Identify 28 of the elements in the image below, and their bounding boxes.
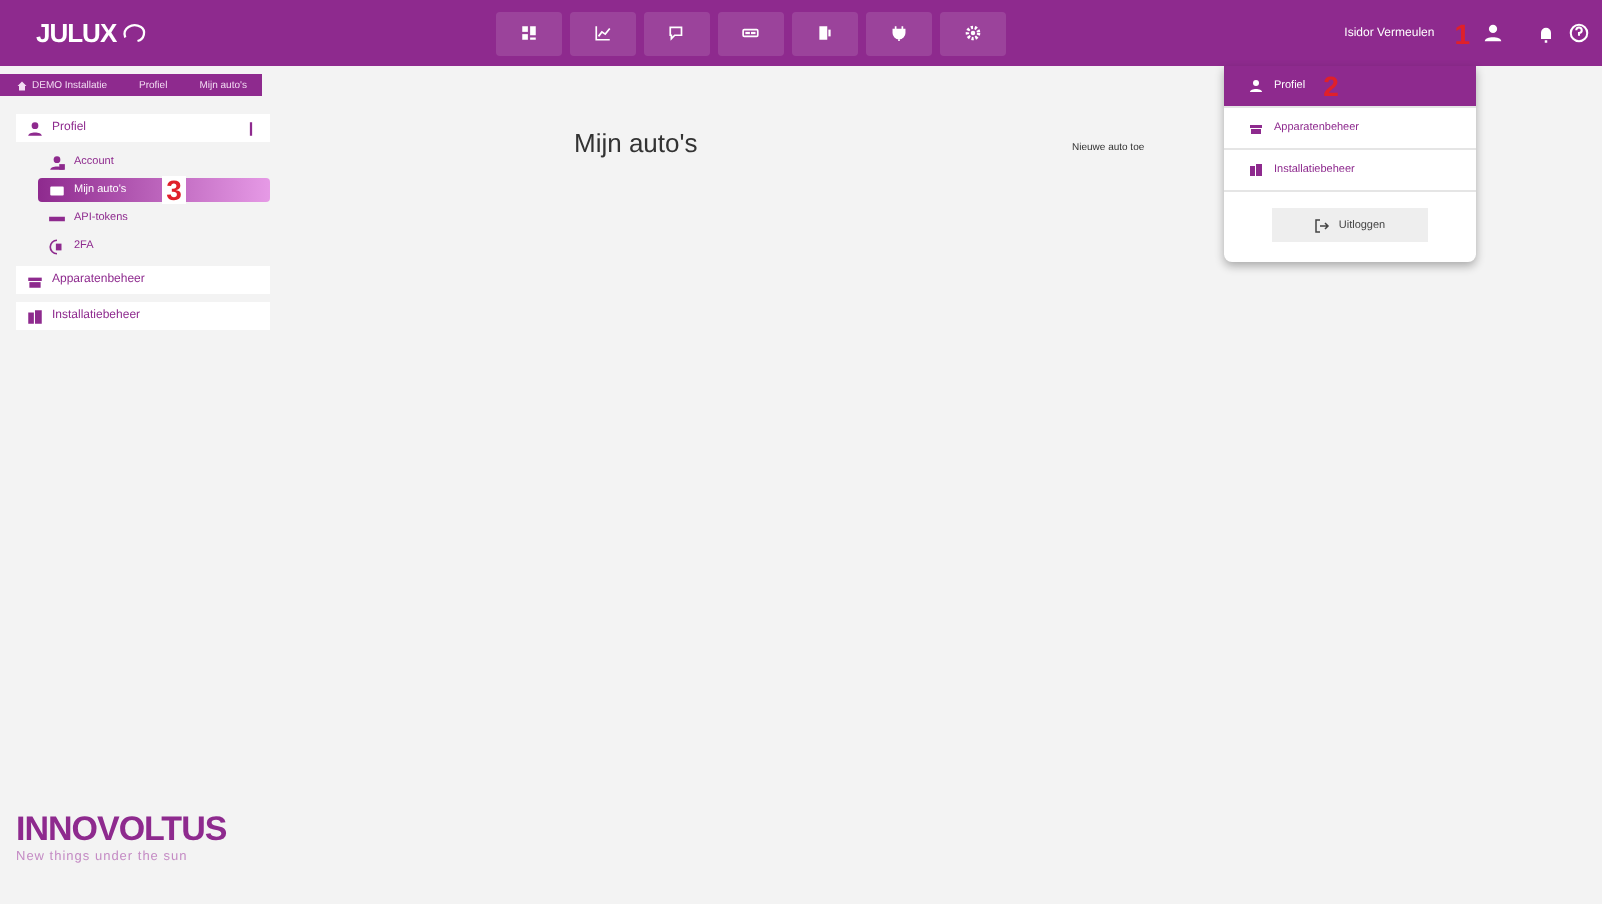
brand-logo: INNOVOLTUS: [16, 810, 227, 850]
nav-button[interactable]: [940, 11, 1006, 55]
user-icon: [26, 119, 44, 137]
dashboard-icon: [520, 24, 538, 42]
plug-icon: [890, 24, 908, 42]
nav-button[interactable]: [866, 11, 932, 55]
chart-icon: [594, 24, 612, 42]
battery-icon: [742, 24, 760, 42]
nav-button[interactable]: [496, 11, 562, 55]
user-icon[interactable]: [1482, 22, 1504, 44]
annotation-number: 2: [1323, 72, 1339, 100]
annotation-number: 1: [1454, 19, 1470, 47]
nav-button[interactable]: [718, 11, 784, 55]
nav-button[interactable]: [570, 11, 636, 55]
app-logo: JULUX: [36, 18, 117, 48]
settings-icon: [964, 24, 982, 42]
home-icon: [16, 79, 28, 91]
user-icon: [48, 153, 66, 171]
help-icon[interactable]: [1568, 22, 1590, 44]
nav-button[interactable]: [644, 11, 710, 55]
annotation-number: 3: [162, 176, 186, 204]
chat-icon: [668, 24, 686, 42]
nav-button[interactable]: [792, 11, 858, 55]
user-icon: [1248, 78, 1264, 94]
bell-icon[interactable]: [1536, 23, 1556, 43]
page-title: Mijn auto's: [574, 128, 698, 158]
devices-icon: [1248, 120, 1264, 136]
logout-icon: [1314, 217, 1331, 233]
